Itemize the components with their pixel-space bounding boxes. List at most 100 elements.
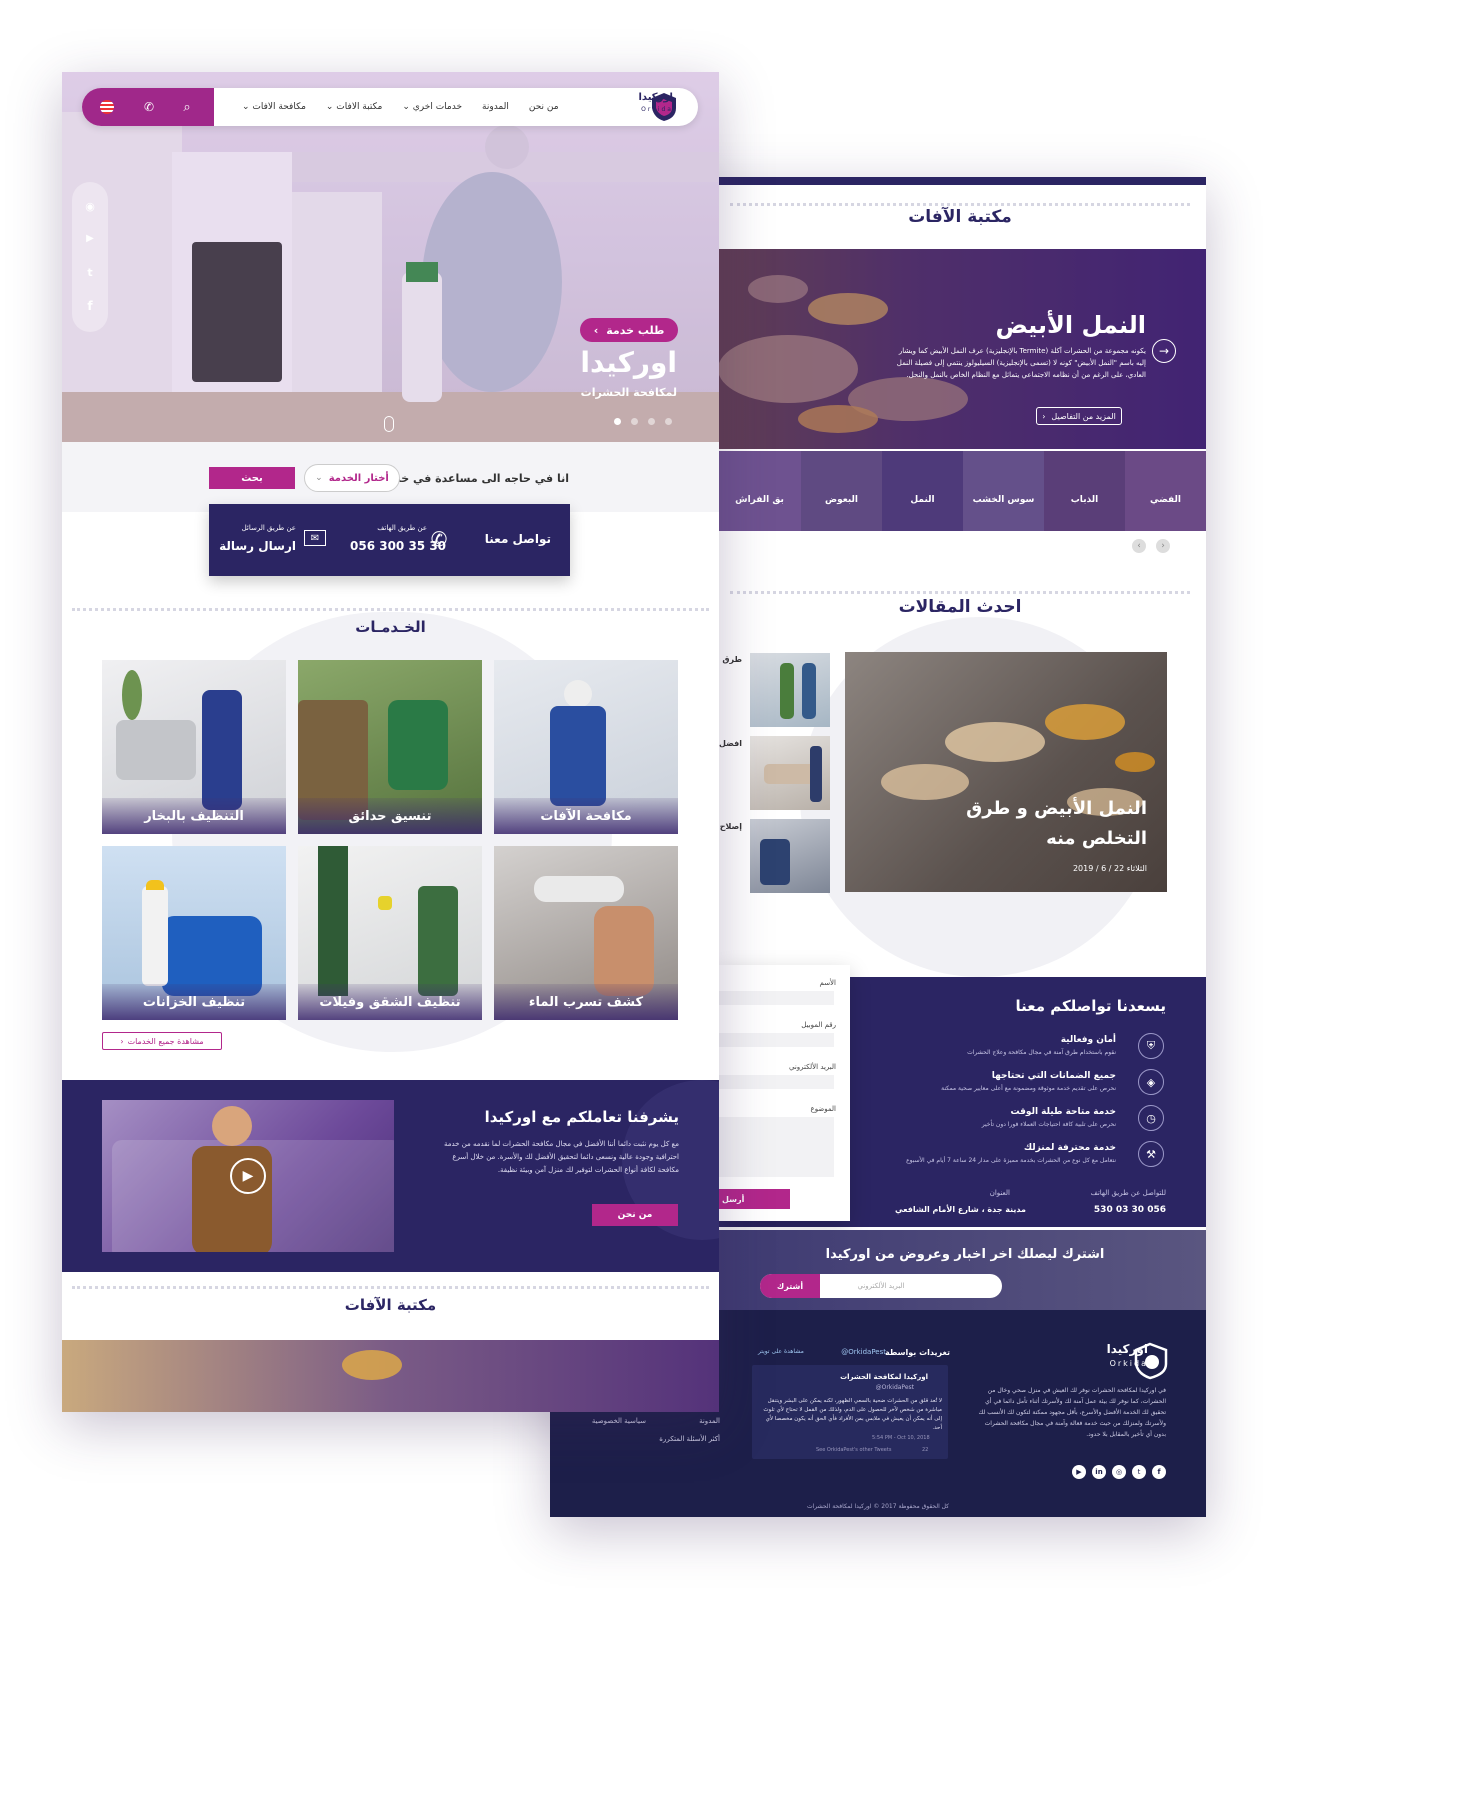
tweet-more[interactable]: See OrkidaPest's other Tweets — [816, 1447, 891, 1453]
article-side-title: إصلاح — [719, 822, 742, 831]
service-card[interactable]: كشف تسرب الماء — [494, 846, 678, 1020]
service-card[interactable]: تنظيف الشقق وفيلات — [298, 846, 482, 1020]
article-thumb[interactable] — [750, 736, 830, 810]
feature-title: جميع الضمانات التي تحتاجها — [991, 1071, 1116, 1081]
youtube-icon[interactable]: ▶ — [82, 230, 98, 246]
about-video[interactable]: ▶ — [102, 1100, 394, 1252]
service-card[interactable]: مكافحة الآفات — [494, 660, 678, 834]
scroll-mouse-icon[interactable] — [384, 416, 394, 432]
pest-item[interactable]: بق الفراش — [718, 451, 801, 531]
arrow-right-icon[interactable]: → — [1152, 339, 1176, 363]
tweets-title: تغريدات بواسطة — [885, 1348, 950, 1357]
service-select-value: أختار الخدمة — [328, 472, 389, 484]
divider — [730, 591, 1190, 594]
newsletter-title: اشترك ليصلك اخر اخبار وعروض من اوركيدا — [825, 1247, 1105, 1262]
articles-title: احدث المقالات — [898, 597, 1022, 617]
divider — [72, 1286, 709, 1289]
article-date: الثلاثاء 22 / 6 / 2019 — [1072, 864, 1147, 873]
hero-title: اوركيدا — [580, 346, 677, 379]
phone-caption: عن طريق الهاتف — [377, 524, 427, 532]
facebook-icon[interactable]: f — [82, 298, 98, 314]
chevron-left-icon[interactable]: ‹ — [1132, 539, 1146, 553]
feature-title: خدمة متاحة طيلة الوقت — [1010, 1107, 1117, 1117]
linkedin-icon[interactable]: in — [1092, 1465, 1106, 1479]
facebook-icon[interactable]: f — [1152, 1465, 1166, 1479]
contact-form: الأسم رقم الموبيل البريد الألكتروني المو… — [718, 965, 850, 1221]
divider — [730, 203, 1190, 206]
tweets-handle[interactable]: @OrkidaPest — [841, 1348, 886, 1356]
phone-icon[interactable]: ✆ — [140, 98, 158, 116]
article-feature[interactable]: النمل الأبيض و طرق التخلص منه الثلاثاء 2… — [845, 652, 1167, 892]
name-field[interactable] — [718, 991, 834, 1005]
pest-item[interactable]: الفضي — [1125, 451, 1206, 531]
pest-item[interactable]: النمل — [882, 451, 963, 531]
logo-text-en: Orkida — [641, 106, 673, 113]
footer-brand-ar: اوركيدا — [1106, 1342, 1148, 1356]
feature-desc: نحرص على تقديم خدمة موثوقة ومضمونة مع أع… — [941, 1085, 1116, 1092]
slider-dot[interactable] — [665, 418, 672, 425]
service-label: تنسيق حدائق — [298, 798, 482, 834]
about-button[interactable]: من نحن — [592, 1204, 678, 1226]
form-label-subject: الموضوع — [810, 1105, 836, 1113]
pest-item[interactable]: البعوض — [801, 451, 882, 531]
chevron-left-icon: ‹ — [120, 1036, 124, 1046]
service-select[interactable]: أختار الخدمة ⌄ — [304, 464, 400, 492]
slider-dot-active[interactable] — [614, 418, 621, 425]
footer-brand-en: Orkida — [1109, 1359, 1148, 1368]
search-prompt: انا في حاجه الى مساعدة في خدمة — [381, 472, 569, 485]
service-card[interactable]: تنسيق حدائق — [298, 660, 482, 834]
hero: ✆ ⌕ مكافحة الافات ⌄ مكتبة الافات ⌄ خدمات… — [62, 72, 719, 442]
chevron-left-icon: › — [593, 323, 599, 337]
clock-icon: ◷ — [1138, 1105, 1164, 1131]
nav-item-other-services[interactable]: خدمات اخري ⌄ — [402, 102, 462, 112]
twitter-icon[interactable]: t — [1132, 1465, 1146, 1479]
twitter-icon[interactable]: t — [82, 264, 98, 280]
instagram-icon[interactable]: ◎ — [1112, 1465, 1126, 1479]
footer-link[interactable]: سياسية الخصوصية — [592, 1417, 646, 1425]
form-submit-button[interactable]: أرسل — [718, 1189, 790, 1209]
termite-photo — [881, 704, 1155, 816]
more-details-label: المزيد من التفاصيل — [1051, 411, 1116, 421]
article-thumb[interactable] — [750, 653, 830, 727]
all-services-link[interactable]: مشاهدة جميع الخدمات ‹ — [102, 1032, 222, 1050]
more-details-button[interactable]: المزيد من التفاصيل ‹ — [1036, 407, 1122, 425]
nav-item-blog[interactable]: المدونة — [482, 102, 509, 112]
footer-link[interactable]: المدونة — [699, 1417, 720, 1425]
article-side-title: افضل — [718, 739, 742, 748]
footer-link[interactable]: أكثر الأسئلة المتكررة — [659, 1435, 720, 1443]
logo-text-ar: اوركيدا — [638, 92, 673, 103]
request-service-button[interactable]: طلب خدمة › — [580, 318, 678, 342]
subject-field[interactable] — [718, 1117, 834, 1177]
whatsapp-icon[interactable]: ◉ — [82, 198, 98, 214]
search-button[interactable]: بحث — [209, 467, 295, 489]
badge-icon: ◈ — [1138, 1069, 1164, 1095]
tweet-name: اوركيدا لمكافحة الحشرات — [840, 1373, 928, 1381]
subscribe-button[interactable]: أشترك — [760, 1274, 820, 1298]
msg-label[interactable]: ارسال رسالة — [219, 539, 296, 553]
address-caption: العنوان — [989, 1189, 1010, 1197]
service-label: مكافحة الآفات — [494, 798, 678, 834]
play-icon[interactable]: ▶ — [230, 1158, 266, 1194]
slider-dot[interactable] — [648, 418, 655, 425]
nav-item-pest-control[interactable]: مكافحة الافات ⌄ — [242, 102, 306, 112]
slider-dot[interactable] — [631, 418, 638, 425]
feature-desc: نتعامل مع كل نوع من الحشرات بخدمة مميزة … — [906, 1157, 1116, 1164]
service-card[interactable]: تنظيف الخزانات — [102, 846, 286, 1020]
feature-title: أمان وفعالية — [1060, 1035, 1116, 1045]
tweets-view-link[interactable]: مشاهدة على تويتر — [758, 1348, 804, 1355]
article-thumb[interactable] — [750, 819, 830, 893]
youtube-icon[interactable]: ▶ — [1072, 1465, 1086, 1479]
mail-icon: ✉ — [304, 530, 326, 546]
chevron-right-icon[interactable]: › — [1156, 539, 1170, 553]
phone-number[interactable]: 056 300 35 30 — [350, 539, 446, 553]
flag-icon[interactable] — [100, 100, 114, 114]
nav-item-about[interactable]: من نحن — [529, 102, 559, 112]
nav-item-library[interactable]: مكتبة الافات ⌄ — [326, 102, 382, 112]
service-card[interactable]: التنظيف بالبخار — [102, 660, 286, 834]
pest-item[interactable]: سوس الخشب — [963, 451, 1044, 531]
email-field[interactable] — [718, 1075, 834, 1089]
search-icon[interactable]: ⌕ — [178, 98, 196, 116]
mobile-field[interactable] — [718, 1033, 834, 1047]
pest-item[interactable]: الذباب — [1044, 451, 1125, 531]
about-title: يشرفنا تعاملكم مع اوركيدا — [484, 1108, 679, 1126]
